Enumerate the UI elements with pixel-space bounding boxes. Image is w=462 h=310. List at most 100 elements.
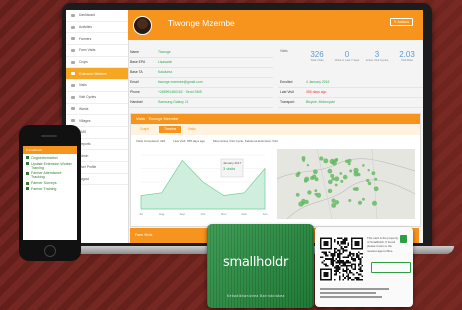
visits-map[interactable] — [277, 149, 415, 219]
qr-module — [359, 247, 362, 250]
map-marker[interactable] — [334, 176, 340, 182]
qr-module — [347, 265, 350, 267]
stat-label: Visit Rate — [401, 58, 413, 62]
tab-graph[interactable]: Graph — [135, 126, 154, 133]
map-marker[interactable] — [316, 192, 322, 198]
sidebar-item-crops[interactable]: Crops — [66, 57, 128, 69]
phone-speaker — [41, 135, 57, 137]
qr-module — [340, 246, 343, 248]
map-marker[interactable] — [374, 177, 378, 181]
legend-item: Most Active Visit Cycle: Kaluluma Extens… — [212, 139, 278, 143]
card-green-box — [371, 262, 411, 273]
sidebar-item-icon — [71, 25, 75, 29]
phone-menu-item[interactable]: Farmer Attendance Tracking — [23, 170, 77, 179]
qr-module — [323, 237, 326, 240]
map-marker[interactable] — [327, 188, 333, 194]
qr-module — [352, 237, 355, 240]
map-marker[interactable] — [373, 186, 379, 192]
qr-module — [326, 237, 329, 240]
sidebar-item-visit-cycles[interactable]: Visit Cycles — [66, 92, 128, 104]
tab-timeline[interactable]: Timeline — [159, 126, 182, 133]
map-marker[interactable] — [334, 158, 338, 162]
map-marker[interactable] — [323, 158, 329, 164]
map-marker[interactable] — [312, 174, 317, 179]
qr-module — [347, 259, 350, 262]
qr-module — [332, 256, 334, 259]
qr-module — [333, 240, 336, 243]
map-marker[interactable] — [314, 189, 318, 192]
qr-module — [347, 242, 350, 245]
map-marker[interactable] — [339, 172, 343, 175]
map-marker[interactable] — [328, 179, 333, 185]
qr-module — [361, 275, 363, 278]
chart-xtick-label: Aug — [159, 212, 165, 216]
sidebar-item-label: Dashboard — [79, 13, 96, 18]
qr-module — [333, 251, 336, 253]
qr-module — [361, 237, 363, 240]
map-marker[interactable] — [352, 187, 356, 191]
sidebar-item-farm-visits[interactable]: Farm Visits — [66, 45, 128, 57]
map-marker[interactable] — [319, 156, 324, 161]
phone-home-button[interactable] — [44, 245, 56, 257]
map-marker[interactable] — [334, 183, 338, 187]
map-marker[interactable] — [340, 179, 344, 183]
map-marker[interactable] — [306, 164, 310, 167]
map-marker[interactable] — [307, 190, 312, 195]
qr-module — [354, 240, 357, 243]
sidebar-item-label: User Profile — [79, 165, 97, 170]
sidebar-item-activities[interactable]: Activities — [66, 22, 128, 34]
tab-visits[interactable]: Visits — [183, 126, 201, 133]
map-marker[interactable] — [362, 197, 365, 201]
qr-module — [357, 278, 360, 281]
map-marker[interactable] — [358, 200, 362, 205]
detail-value: Bicycle, Motorcycle — [306, 100, 336, 104]
map-marker[interactable] — [353, 171, 359, 177]
phone-menu-item[interactable]: Update Extension Worker Training — [23, 160, 77, 170]
map-marker[interactable] — [331, 202, 337, 208]
sidebar-item-dashboard[interactable]: Dashboard — [66, 10, 128, 22]
map-marker[interactable] — [367, 169, 370, 172]
qr-module — [333, 247, 336, 250]
map-marker[interactable] — [303, 179, 308, 183]
map-marker[interactable] — [295, 172, 300, 178]
phone-menu-item[interactable]: Farmer Training — [23, 185, 77, 191]
actions-button[interactable]: ✎ Actions — [389, 18, 413, 26]
qr-module — [359, 261, 362, 264]
map-marker[interactable] — [347, 162, 351, 166]
map-marker[interactable] — [345, 159, 349, 164]
map-marker[interactable] — [327, 168, 333, 174]
map-marker[interactable] — [371, 171, 376, 176]
detail-key: Enrolled — [280, 80, 293, 84]
sidebar-item-farmers[interactable]: Farmers — [66, 33, 128, 46]
map-marker[interactable] — [313, 169, 318, 175]
qr-module — [330, 237, 333, 240]
qr-module — [326, 258, 329, 260]
map-marker[interactable] — [362, 164, 365, 167]
qr-module — [354, 247, 357, 250]
map-marker[interactable] — [330, 173, 335, 178]
qr-module — [330, 247, 333, 250]
map-marker[interactable] — [367, 181, 372, 186]
detail-row: Transport Bicycle, Motorcycle — [278, 98, 423, 108]
map-marker[interactable] — [304, 199, 309, 205]
sidebar-item-visits[interactable]: Visits — [66, 80, 128, 92]
qr-module — [350, 242, 353, 245]
chart-xtick-label: Nov — [221, 212, 227, 216]
map-marker[interactable] — [295, 192, 300, 197]
map-marker[interactable] — [349, 169, 353, 173]
map-marker[interactable] — [302, 158, 306, 162]
map-marker[interactable] — [372, 200, 377, 206]
qr-module — [357, 242, 360, 245]
qr-module — [337, 261, 339, 264]
stat-tile: 2.03 Visit Rate — [392, 50, 422, 62]
sidebar-item-extension-workers[interactable]: Extension Workers — [66, 68, 128, 81]
map-marker[interactable] — [366, 178, 370, 183]
map-marker[interactable] — [348, 199, 352, 202]
sidebar-item-wards[interactable]: Wards — [66, 104, 128, 116]
detail-row: Phone +265991480152 · Send SMS — [128, 88, 273, 98]
qr-module — [345, 275, 348, 278]
qr-module — [354, 277, 357, 279]
card-brand: smallholdr — [223, 255, 289, 270]
qr-module — [328, 247, 331, 250]
map-marker[interactable] — [342, 174, 348, 180]
